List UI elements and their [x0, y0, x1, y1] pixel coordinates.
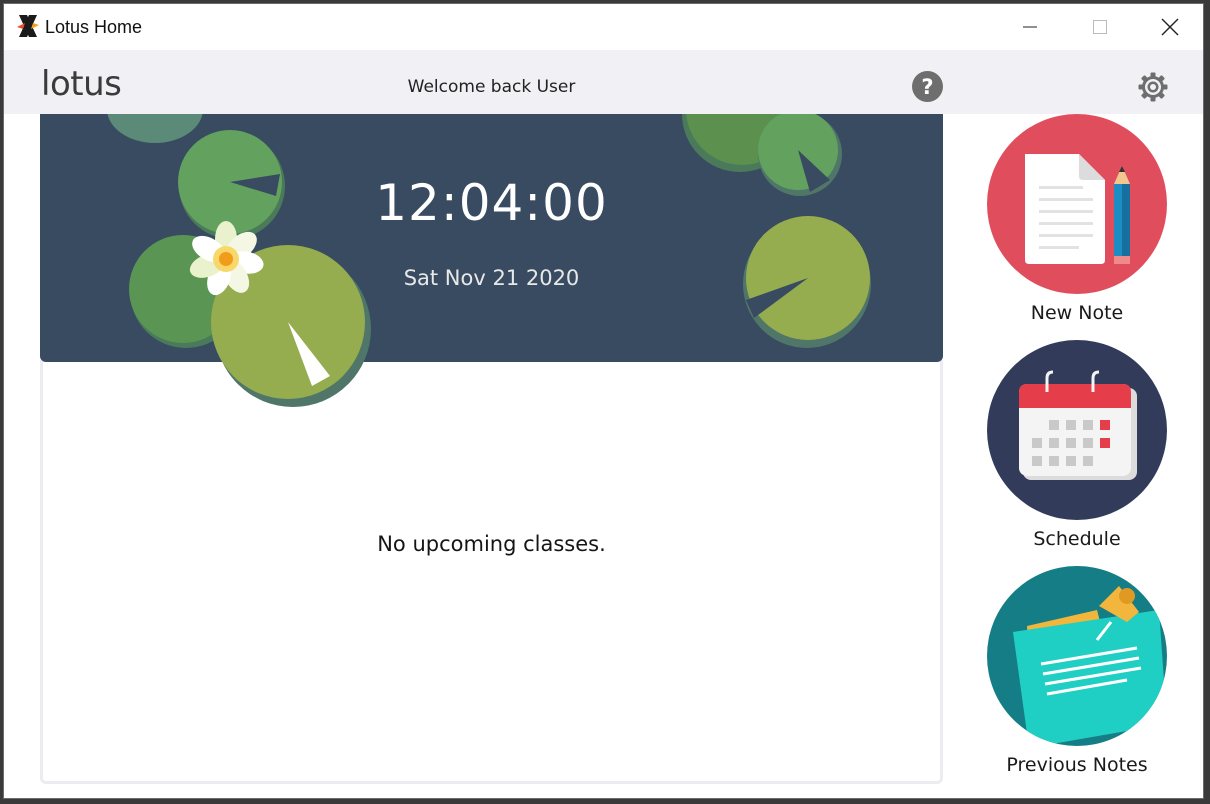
no-classes-message: No upcoming classes.: [377, 532, 606, 556]
previous-notes-icon: [987, 566, 1167, 746]
new-note-label: New Note: [1030, 302, 1124, 324]
app-window: Lotus Home lotus Welcome back User ? 12:…: [3, 3, 1204, 799]
previous-notes-label: Previous Notes: [1006, 754, 1148, 776]
clock-banner: [40, 114, 943, 362]
window-title: Lotus Home: [45, 17, 143, 37]
gear-icon[interactable]: [1137, 71, 1169, 103]
app-logo-icon: [17, 15, 39, 37]
schedule-button[interactable]: Schedule: [985, 340, 1169, 550]
close-icon: [1161, 18, 1179, 36]
new-note-button[interactable]: New Note: [985, 114, 1169, 324]
help-icon: ?: [921, 74, 934, 99]
minimize-button[interactable]: [995, 4, 1065, 50]
welcome-message: Welcome back User: [407, 77, 576, 97]
classes-panel: [40, 360, 943, 784]
new-note-icon: [987, 114, 1167, 294]
maximize-button[interactable]: [1065, 4, 1135, 50]
schedule-label: Schedule: [1033, 528, 1121, 550]
brand-logo[interactable]: lotus: [41, 64, 122, 104]
help-button[interactable]: ?: [912, 71, 943, 102]
previous-notes-button[interactable]: Previous Notes: [985, 566, 1169, 776]
app-header: lotus Welcome back User ?: [4, 50, 1203, 114]
clock-time: 12:04:00: [375, 174, 608, 232]
maximize-icon: [1093, 20, 1107, 34]
clock-date: Sat Nov 21 2020: [403, 266, 580, 290]
minimize-icon: [1023, 26, 1037, 28]
close-button[interactable]: [1135, 4, 1203, 50]
title-bar[interactable]: Lotus Home: [4, 4, 1203, 50]
calendar-icon: [987, 340, 1167, 520]
